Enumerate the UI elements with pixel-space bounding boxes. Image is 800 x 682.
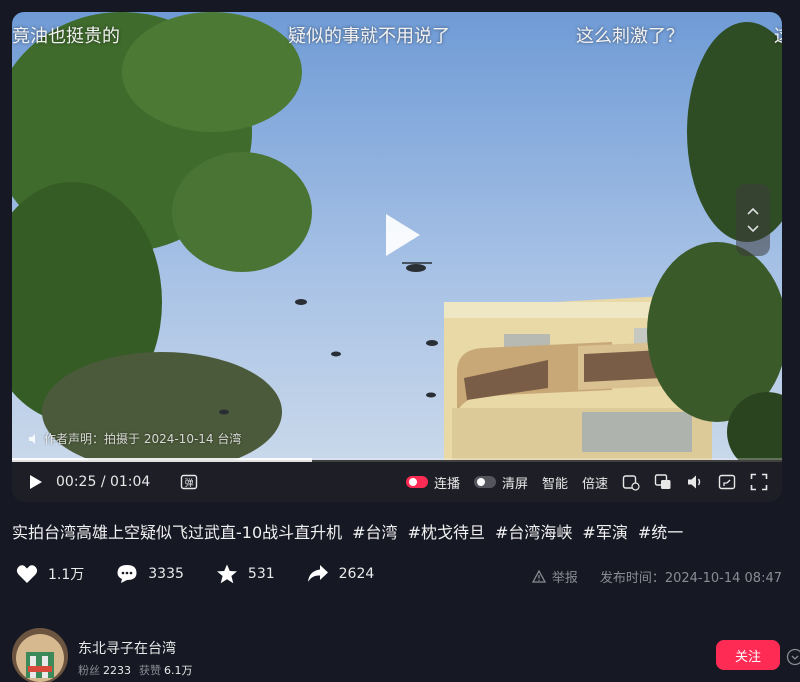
chevron-down-icon xyxy=(747,225,759,233)
chevron-up-icon xyxy=(747,207,759,215)
play-icon[interactable] xyxy=(26,473,44,491)
danmaku-comment: 竟油也挺贵的 xyxy=(12,26,120,47)
author-statement: 作者声明：拍摄于 2024-10-14 台湾 xyxy=(28,430,241,447)
share-icon xyxy=(307,565,328,582)
hashtag-link[interactable]: #台湾海峡 xyxy=(495,523,572,542)
publish-time-value: 2024-10-14 08:47 xyxy=(664,571,782,586)
autoplay-toggle[interactable]: 连播 xyxy=(405,473,460,492)
danmaku-icon[interactable]: 弹 xyxy=(180,473,198,491)
autoplay-label: 连播 xyxy=(433,476,460,492)
smart-button[interactable]: 智能 xyxy=(542,473,568,492)
author-name[interactable]: 东北寻子在台湾 xyxy=(78,638,176,658)
publish-time: 发布时间：2024-10-14 08:47 xyxy=(600,567,782,586)
danmaku-comment: 疑似的事就不用说了 xyxy=(288,26,450,47)
heart-icon xyxy=(16,565,38,583)
publish-label: 发布时间： xyxy=(599,571,665,586)
author-stats: 粉丝 2233 获赞 6.1万 xyxy=(78,662,193,678)
likes-count: 6.1万 xyxy=(164,664,193,677)
watermark-text: 作者声明：拍摄于 2024-10-14 台湾 xyxy=(44,432,242,446)
hashtag-link[interactable]: #枕戈待旦 xyxy=(408,523,485,542)
fullscreen-icon[interactable] xyxy=(750,473,768,491)
title-text: 实拍台湾高雄上空疑似飞过武直-10战斗直升机 xyxy=(12,523,343,542)
svg-text:弹: 弹 xyxy=(185,477,194,489)
video-meta: 举报 发布时间：2024-10-14 08:47 xyxy=(531,567,782,586)
star-icon xyxy=(216,564,237,584)
hashtag-link[interactable]: #台湾 xyxy=(352,523,397,542)
report-label: 举报 xyxy=(551,571,578,586)
fans-stat: 粉丝 2233 xyxy=(78,662,131,678)
player-controls: 00:25 / 01:04 弹 连播 清屏 智能 倍速 xyxy=(12,462,782,502)
favorite-count: 531 xyxy=(247,566,275,582)
play-icon[interactable] xyxy=(378,212,424,258)
watch-later-icon[interactable] xyxy=(622,473,640,491)
hashtag-link[interactable]: #军演 xyxy=(582,523,627,542)
fans-count: 2233 xyxy=(103,664,131,677)
video-detail-page: 竟油也挺贵的 疑似的事就不用说了 这么刺激了？ 这 作者声明：拍摄于 2024-… xyxy=(0,0,800,682)
comment-button[interactable]: 3335 xyxy=(116,564,184,584)
pip-icon[interactable] xyxy=(654,473,672,491)
favorite-button[interactable]: 531 xyxy=(216,564,275,584)
hashtag-link[interactable]: #统一 xyxy=(638,523,683,542)
clear-screen-toggle[interactable]: 清屏 xyxy=(473,473,528,492)
avatar[interactable] xyxy=(12,628,68,682)
share-button[interactable]: 2624 xyxy=(307,564,375,584)
time-total: 01:04 xyxy=(109,474,151,490)
danmaku-comment: 这么刺激了？ xyxy=(576,26,684,47)
speed-button[interactable]: 倍速 xyxy=(582,473,608,492)
toggle-switch xyxy=(405,476,428,488)
comment-count: 3335 xyxy=(148,566,184,582)
video-switch-handle[interactable] xyxy=(736,184,770,256)
video-title: 实拍台湾高雄上空疑似飞过武直-10战斗直升机 #台湾 #枕戈待旦 #台湾海峡 #军演 #统… xyxy=(12,519,792,543)
follow-button[interactable]: 关注 xyxy=(716,640,780,670)
danmaku-comment: 这 xyxy=(774,22,782,48)
video-player[interactable]: 竟油也挺贵的 疑似的事就不用说了 这么刺激了？ 这 作者声明：拍摄于 2024-… xyxy=(12,12,782,502)
engagement-bar: 1.1万 3335 531 2624 xyxy=(16,564,374,584)
like-count: 1.1万 xyxy=(48,567,85,583)
time-display: 00:25 / 01:04 xyxy=(56,474,150,490)
warning-icon xyxy=(531,570,546,583)
toggle-switch xyxy=(473,476,496,488)
volume-icon[interactable] xyxy=(686,473,704,491)
more-icon[interactable] xyxy=(786,648,800,666)
likes-stat: 获赞 6.1万 xyxy=(139,662,193,678)
share-count: 2624 xyxy=(338,566,375,582)
time-current: 00:25 xyxy=(56,474,97,490)
comment-icon xyxy=(117,565,137,583)
time-separator: / xyxy=(100,474,106,490)
speaker-icon xyxy=(29,433,35,444)
author-card: 东北寻子在台湾 粉丝 2233 获赞 6.1万 关注 xyxy=(12,628,800,682)
report-button[interactable]: 举报 xyxy=(531,567,578,586)
likes-label: 获赞 xyxy=(139,664,161,677)
fans-label: 粉丝 xyxy=(78,664,100,677)
clear-screen-label: 清屏 xyxy=(501,476,528,492)
like-button[interactable]: 1.1万 xyxy=(16,564,84,584)
web-fullscreen-icon[interactable] xyxy=(718,473,736,491)
